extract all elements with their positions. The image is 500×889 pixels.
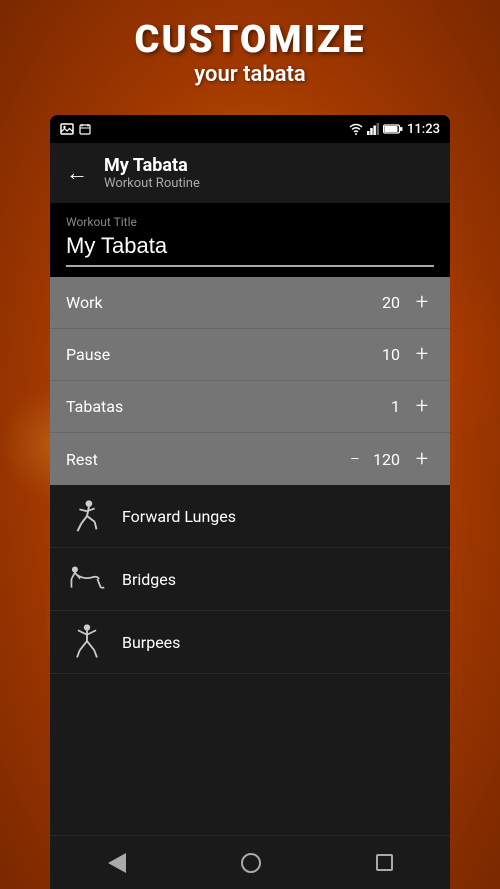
status-time: 11:23 <box>407 122 440 137</box>
exercise-item-bridges[interactable]: Bridges <box>50 548 450 611</box>
workout-title-label: Workout Title <box>66 215 434 229</box>
home-nav-icon <box>241 853 261 873</box>
tabatas-plus-button[interactable]: + <box>410 394 434 419</box>
settings-section: Work 20 + Pause 10 + Tabatas 1 + Rest <box>50 277 450 485</box>
nav-home-button[interactable] <box>231 843 271 883</box>
app-bar-title: My Tabata <box>104 155 200 176</box>
rest-plus-button[interactable]: + <box>410 447 434 472</box>
lunge-icon <box>66 495 108 537</box>
workout-title-section: Workout Title <box>50 203 450 277</box>
work-label: Work <box>66 293 103 312</box>
tabatas-control: 1 + <box>370 394 434 419</box>
exercise-list: Forward Lunges Bridges <box>50 485 450 835</box>
nav-back-button[interactable] <box>98 843 136 883</box>
pause-value: 10 <box>370 345 400 364</box>
workout-title-input[interactable] <box>66 233 434 267</box>
exercise-name-burpees: Burpees <box>122 633 180 652</box>
exercise-name-forward-lunges: Forward Lunges <box>122 507 236 526</box>
hero-title: CUSTOMIZE <box>0 18 500 62</box>
status-bar: 11:23 <box>50 115 450 143</box>
work-value: 20 <box>370 293 400 312</box>
rest-label: Rest <box>66 450 98 469</box>
app-bar-subtitle: Workout Routine <box>104 176 200 191</box>
tabatas-value: 1 <box>370 397 400 416</box>
tabatas-label: Tabatas <box>66 397 123 416</box>
burpee-icon <box>66 621 108 663</box>
pause-plus-button[interactable]: + <box>410 342 434 367</box>
signal-icon <box>367 123 379 135</box>
nav-recent-button[interactable] <box>366 844 403 881</box>
calendar-icon <box>79 123 91 135</box>
pause-control: 10 + <box>370 342 434 367</box>
hero-section: CUSTOMIZE your tabata <box>0 18 500 87</box>
work-plus-button[interactable]: + <box>410 290 434 315</box>
rest-minus-button[interactable]: − <box>350 449 360 470</box>
settings-row-pause: Pause 10 + <box>50 329 450 381</box>
work-control: 20 + <box>370 290 434 315</box>
back-button[interactable]: ← <box>66 160 88 186</box>
battery-icon <box>383 123 403 135</box>
recent-nav-icon <box>376 854 393 871</box>
pause-label: Pause <box>66 345 110 364</box>
exercise-item-burpees[interactable]: Burpees <box>50 611 450 674</box>
back-nav-icon <box>108 853 126 873</box>
exercise-item-forward-lunges[interactable]: Forward Lunges <box>50 485 450 548</box>
status-left-icons <box>60 123 91 135</box>
rest-control: − 120 + <box>350 447 434 472</box>
settings-row-tabatas: Tabatas 1 + <box>50 381 450 433</box>
settings-row-rest: Rest − 120 + <box>50 433 450 485</box>
bridge-icon <box>66 558 108 600</box>
app-bar: ← My Tabata Workout Routine <box>50 143 450 203</box>
nav-bar <box>50 835 450 889</box>
phone-screen: 11:23 ← My Tabata Workout Routine Workou… <box>50 115 450 889</box>
rest-value: 120 <box>370 450 400 469</box>
settings-row-work: Work 20 + <box>50 277 450 329</box>
exercise-name-bridges: Bridges <box>122 570 176 589</box>
hero-subtitle: your tabata <box>0 62 500 87</box>
image-icon <box>60 123 74 135</box>
status-right-icons: 11:23 <box>349 122 440 137</box>
wifi-icon <box>349 123 363 135</box>
app-bar-titles: My Tabata Workout Routine <box>104 155 200 191</box>
